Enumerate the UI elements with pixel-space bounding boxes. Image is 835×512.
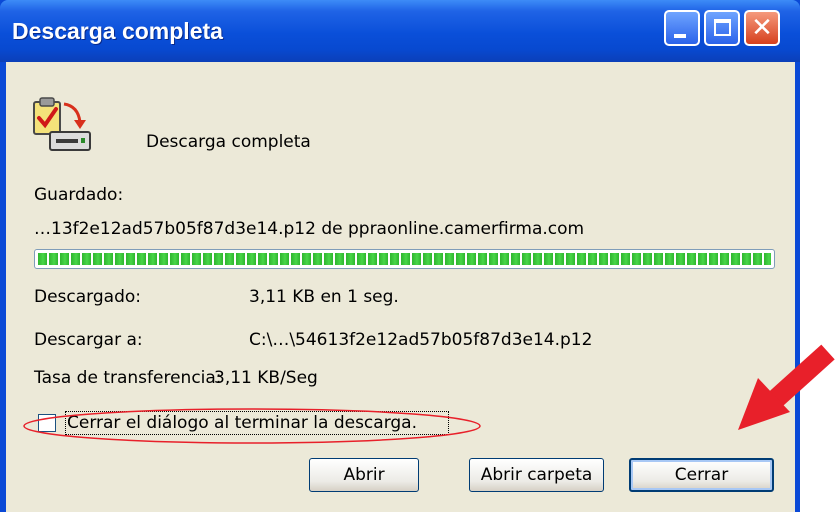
close-icon: ✕: [751, 13, 773, 43]
saved-label: Guardado:: [34, 185, 124, 205]
dialog-body: Descarga completa Guardado: …13f2e12ad57…: [6, 62, 795, 512]
downloaded-label: Descargado:: [34, 287, 141, 307]
title-bar[interactable]: Descarga completa ✕: [0, 0, 800, 62]
downloaded-value: 3,11 KB en 1 seg.: [249, 287, 399, 307]
download-progress-bar: [34, 249, 775, 269]
minimize-button[interactable]: [664, 10, 700, 46]
download-dialog-window: Descarga completa ✕ Descarga completa Gu…: [0, 0, 800, 512]
transfer-rate-value: 3,11 KB/Seg: [214, 368, 318, 388]
maximize-icon: [714, 19, 731, 36]
minimize-icon: [674, 34, 686, 38]
download-to-value: C:\…\54613f2e12ad57b05f87d3e14.p12: [249, 330, 593, 350]
open-button[interactable]: Abrir: [309, 458, 419, 492]
status-heading: Descarga completa: [146, 132, 311, 152]
open-folder-button[interactable]: Abrir carpeta: [469, 458, 604, 492]
transfer-rate-label: Tasa de transferencia:: [34, 368, 222, 388]
close-window-button[interactable]: ✕: [744, 10, 780, 46]
close-button[interactable]: Cerrar: [629, 458, 774, 492]
download-complete-icon: [33, 97, 91, 151]
window-title: Descarga completa: [12, 18, 223, 44]
close-on-finish-focus-box[interactable]: Cerrar el diálogo al terminar la descarg…: [65, 411, 449, 435]
maximize-button[interactable]: [704, 10, 740, 46]
progress-fill: [38, 253, 771, 265]
saved-file-line: …13f2e12ad57b05f87d3e14.p12 de ppraonlin…: [34, 219, 585, 239]
download-to-label: Descargar a:: [34, 330, 143, 350]
close-on-finish-checkbox[interactable]: [38, 414, 56, 432]
close-on-finish-label: Cerrar el diálogo al terminar la descarg…: [67, 413, 418, 433]
